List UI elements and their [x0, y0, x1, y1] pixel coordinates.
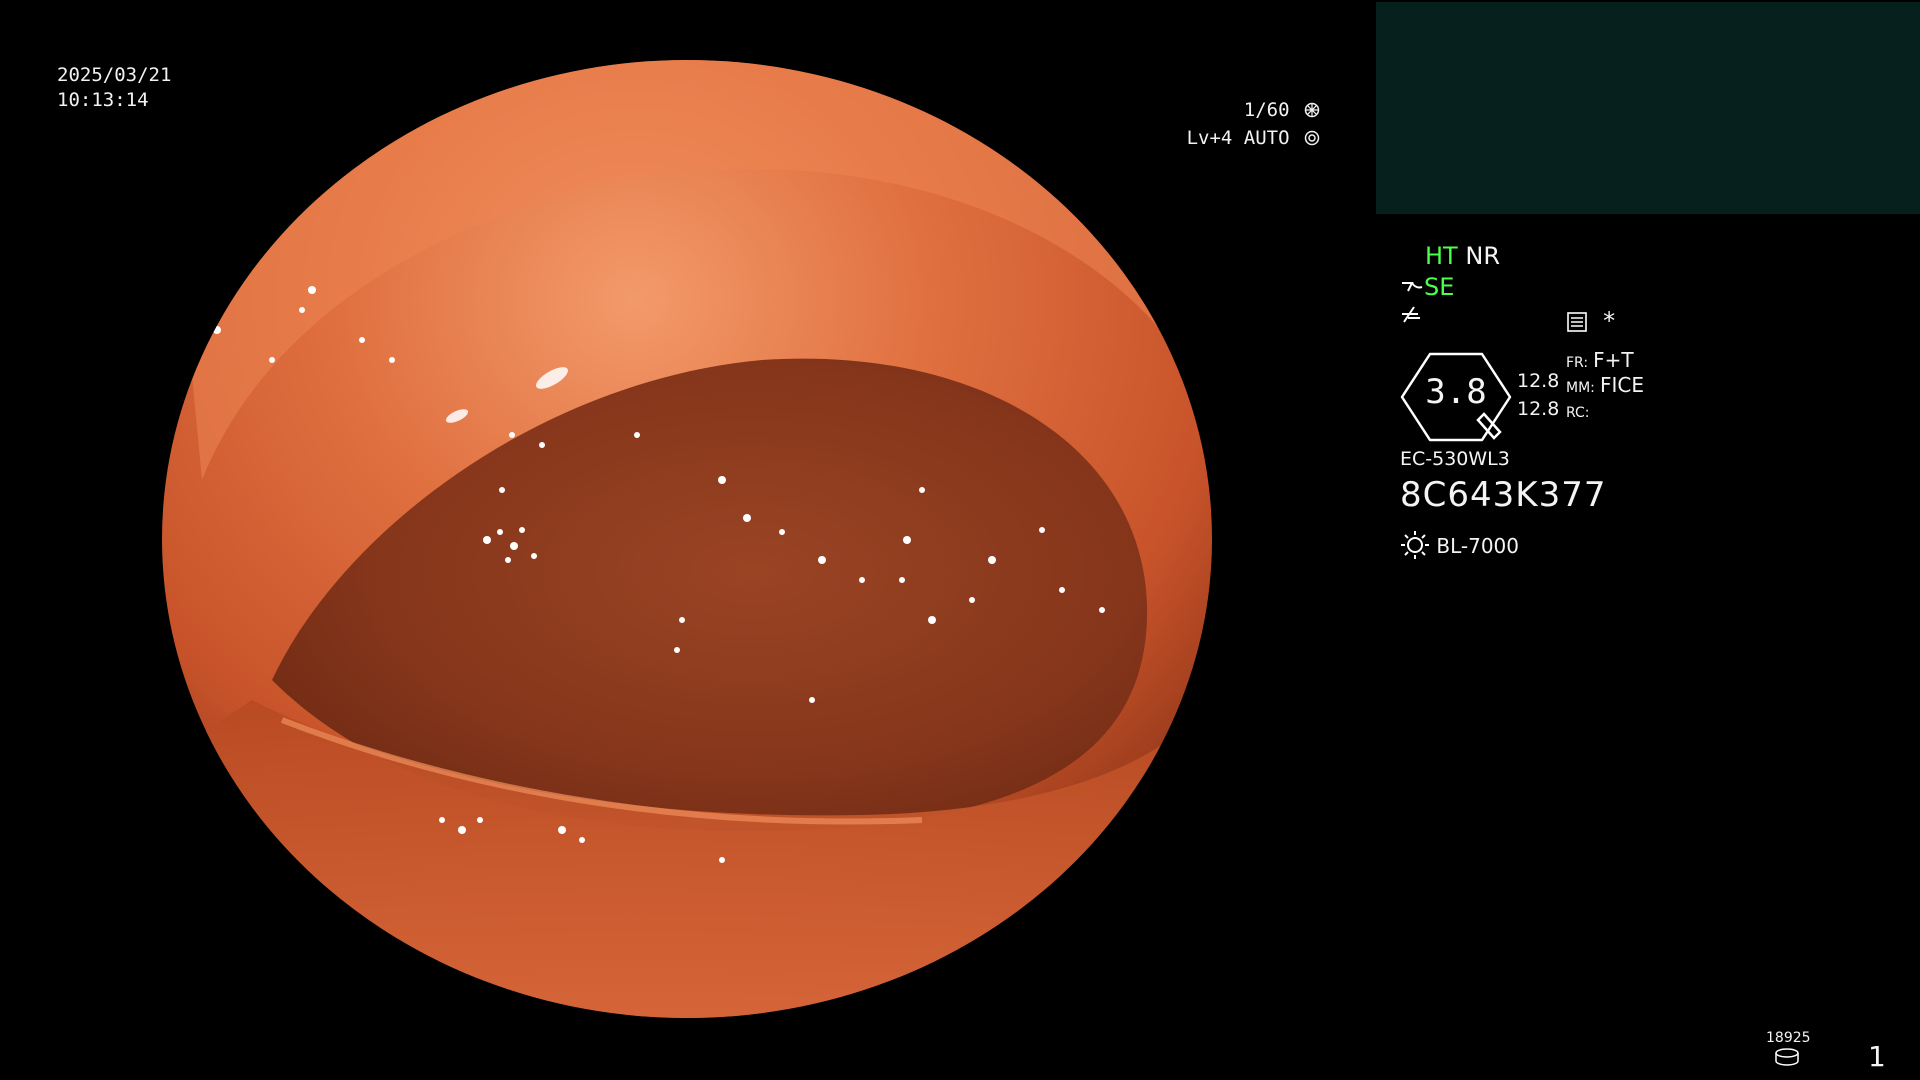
date-text: 2025/03/21: [57, 64, 172, 86]
iris-mode-text: AUTO: [1243, 127, 1290, 149]
mm-value: FICE: [1599, 373, 1644, 397]
scope-model: EC-530WL3: [1400, 448, 1510, 470]
iris-auto-icon: [1304, 130, 1320, 146]
value-bottom: 12.8: [1517, 398, 1560, 420]
lens-value: 3.8: [1425, 372, 1487, 412]
thumbnail-panel: [1376, 2, 1920, 214]
menu-list-icon: [1567, 312, 1587, 332]
asterisk-mark: *: [1603, 307, 1616, 335]
shutter-text: 1/60: [1243, 99, 1290, 121]
page-number: 1: [1868, 1040, 1886, 1073]
time-text: 10:13:14: [57, 89, 149, 111]
shutter-wheel-icon: [1304, 102, 1320, 118]
fr-row: FR: F+T: [1566, 348, 1634, 372]
color-enhance-icon: [1402, 306, 1420, 323]
fr-value: F+T: [1593, 348, 1634, 372]
light-sun-icon: [1401, 531, 1429, 559]
light-source-text: BL-7000: [1436, 534, 1519, 558]
mm-label: MM:: [1566, 380, 1595, 396]
mode-se: SE: [1424, 273, 1455, 301]
structure-enhance-icon: [1402, 282, 1423, 292]
menu-row: *: [1566, 307, 1615, 335]
image-count: 18925: [1766, 1030, 1811, 1046]
mm-row: MM: FICE: [1566, 373, 1644, 397]
serial-number: 8C643K377: [1400, 475, 1607, 515]
value-top: 12.8: [1517, 370, 1560, 392]
light-source-row: BL-7000: [1400, 530, 1519, 560]
fr-label: FR:: [1566, 355, 1589, 371]
color-enhance-row: [1400, 304, 1422, 330]
exposure-info: 1/60 Lv+4 AUTO: [1120, 96, 1320, 152]
rc-label: RC:: [1566, 405, 1590, 421]
level-text: Lv+4: [1186, 127, 1233, 149]
mode-row-2: SE: [1400, 273, 1454, 301]
mode-nr: NR: [1465, 242, 1500, 270]
endoscope-image: [162, 60, 1212, 1018]
mode-ht: HT: [1425, 242, 1458, 270]
rc-row: RC:: [1566, 402, 1590, 421]
date-time: 2025/03/21 10:13:14: [57, 63, 171, 113]
mode-row-1: HT NR: [1425, 242, 1500, 270]
storage-disk-icon: [1774, 1048, 1800, 1070]
